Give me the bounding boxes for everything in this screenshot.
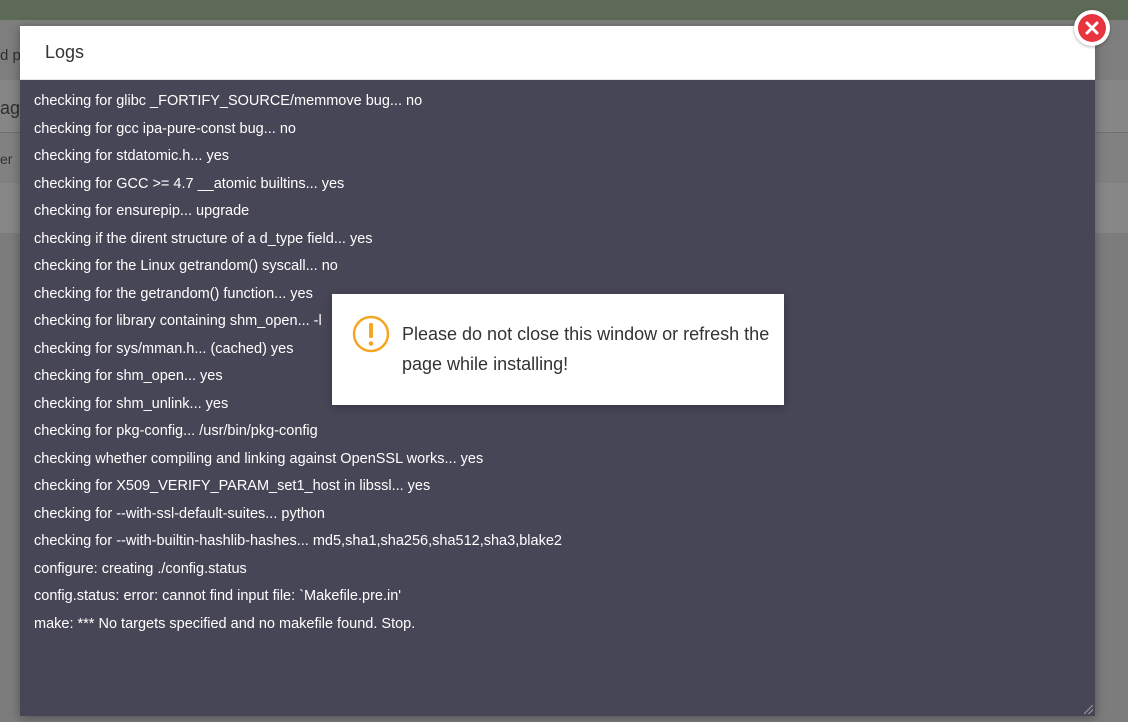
background-top-bar [0, 0, 1128, 20]
log-line: config.status: error: cannot find input … [34, 588, 402, 604]
log-line: checking for stdatomic.h... yes [34, 148, 230, 164]
log-line: checking for glibc _FORTIFY_SOURCE/memmo… [34, 93, 423, 109]
modal-header: Logs [20, 26, 1095, 80]
log-line: checking for ensurepip... upgrade [34, 203, 250, 219]
log-line: checking for X509_VERIFY_PARAM_set1_host… [34, 478, 431, 494]
close-button[interactable] [1074, 10, 1110, 46]
log-line: checking whether compiling and linking a… [34, 450, 484, 467]
log-line: configure: creating ./config.status [34, 560, 247, 577]
log-line: checking for --with-builtin-hashlib-hash… [34, 533, 562, 549]
warning-icon [352, 315, 390, 353]
toast-message: Please do not close this window or refre… [402, 324, 770, 374]
background-filter-text: er [0, 151, 13, 167]
background-header-text: d p [0, 47, 21, 64]
log-line: checking for GCC >= 4.7 __atomic builtin… [34, 175, 345, 192]
background-subheader-text: ag [0, 98, 21, 118]
modal-title: Logs [45, 42, 85, 62]
log-line: checking for gcc ipa-pure-const bug... n… [34, 120, 296, 137]
log-line: checking for pkg-config... /usr/bin/pkg-… [34, 423, 318, 439]
log-line: checking for the Linux getrandom() sysca… [34, 258, 338, 274]
log-line: checking if the dirent structure of a d_… [34, 230, 373, 247]
close-icon [1078, 14, 1106, 42]
resize-grip-icon[interactable] [1084, 705, 1093, 714]
log-line: make: *** No targets specified and no ma… [34, 615, 416, 632]
log-line: checking for --with-ssl-default-suites..… [34, 505, 325, 522]
warning-toast: Please do not close this window or refre… [332, 294, 784, 405]
